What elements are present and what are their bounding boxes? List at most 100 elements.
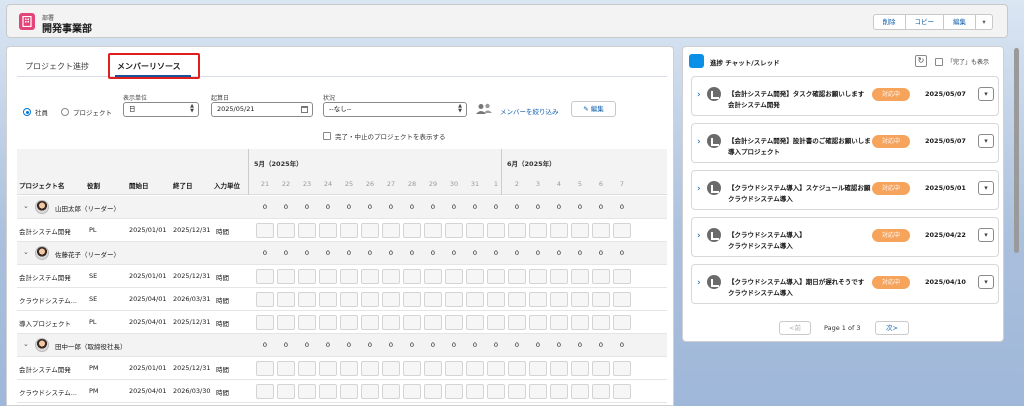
hours-input-cell[interactable] <box>571 315 589 330</box>
project-name[interactable]: 導入プロジェクト <box>19 318 71 328</box>
project-name[interactable]: クラウドシステム... <box>19 387 77 397</box>
hours-input-cell[interactable] <box>550 223 568 238</box>
hours-input-cell[interactable] <box>592 384 610 399</box>
filter-members-link[interactable]: メンバーを絞り込み <box>500 106 559 116</box>
hours-input-cell[interactable] <box>340 292 358 307</box>
more-actions-chevron-down-icon[interactable]: ▾ <box>975 14 993 30</box>
radio-employee-control[interactable] <box>23 108 31 116</box>
hours-input-cell[interactable] <box>298 315 316 330</box>
hours-input-cell[interactable] <box>256 269 274 284</box>
hours-input-cell[interactable] <box>424 315 442 330</box>
expand-chevron-icon[interactable]: › <box>697 278 701 288</box>
hours-input-cell[interactable] <box>571 223 589 238</box>
tab-project-progress[interactable]: プロジェクト進捗 <box>25 61 89 72</box>
hours-input-cell[interactable] <box>277 361 295 376</box>
hours-input-cell[interactable] <box>319 384 337 399</box>
start-date-input[interactable]: 2025/05/21 <box>211 102 313 117</box>
hours-input-cell[interactable] <box>529 269 547 284</box>
expand-chevron-icon[interactable]: ⌄ <box>23 340 29 348</box>
hours-input-cell[interactable] <box>403 361 421 376</box>
thread-card[interactable]: › 【会計システム開発】設計書のご確認お願いします 導入プロジェクト 対応中 2025/… <box>691 123 999 163</box>
hours-input-cell[interactable] <box>277 384 295 399</box>
thread-title[interactable]: 【クラウドシステム導入】 <box>728 229 871 239</box>
radio-employee[interactable]: 社員 <box>23 107 48 117</box>
hours-input-cell[interactable] <box>319 223 337 238</box>
calendar-icon[interactable] <box>301 106 308 113</box>
show-completed-threads-checkbox[interactable] <box>935 57 943 66</box>
hours-input-cell[interactable] <box>592 361 610 376</box>
hours-input-cell[interactable] <box>256 223 274 238</box>
hours-input-cell[interactable] <box>466 223 484 238</box>
hours-input-cell[interactable] <box>424 269 442 284</box>
radio-project[interactable]: プロジェクト <box>61 107 112 117</box>
members-icon[interactable] <box>475 103 493 115</box>
hours-input-cell[interactable] <box>445 269 463 284</box>
status-select[interactable]: --なし-- ▲ ▼ <box>323 102 467 117</box>
hours-input-cell[interactable] <box>550 292 568 307</box>
hours-input-cell[interactable] <box>319 361 337 376</box>
scrollbar-thumb[interactable] <box>1014 48 1019 253</box>
project-name[interactable]: 会計システム開発 <box>19 272 71 282</box>
thread-card[interactable]: › 【クラウドシステム導入】 クラウドシステム導入 対応中 2025/04/22 ▾ <box>691 217 999 257</box>
hours-input-cell[interactable] <box>508 361 526 376</box>
hours-input-cell[interactable] <box>298 292 316 307</box>
thread-menu-chevron-down-icon[interactable]: ▾ <box>978 134 994 148</box>
hours-input-cell[interactable] <box>592 223 610 238</box>
show-completed-toggle[interactable]: 完了・中止のプロジェクトを表示する <box>323 131 446 141</box>
hours-input-cell[interactable] <box>466 361 484 376</box>
hours-input-cell[interactable] <box>382 384 400 399</box>
hours-input-cell[interactable] <box>508 269 526 284</box>
hours-input-cell[interactable] <box>487 361 505 376</box>
hours-input-cell[interactable] <box>571 361 589 376</box>
hours-input-cell[interactable] <box>424 384 442 399</box>
expand-chevron-icon[interactable]: › <box>697 184 701 194</box>
hours-input-cell[interactable] <box>340 269 358 284</box>
hours-input-cell[interactable] <box>424 223 442 238</box>
refresh-icon[interactable]: ↻ <box>915 55 927 67</box>
thread-menu-chevron-down-icon[interactable]: ▾ <box>978 228 994 242</box>
hours-input-cell[interactable] <box>403 384 421 399</box>
hours-input-cell[interactable] <box>592 315 610 330</box>
hours-input-cell[interactable] <box>319 315 337 330</box>
thread-card[interactable]: › 【クラウドシステム導入】スケジュール確認お願いしますクラウドシステム導入 対応中… <box>691 170 999 210</box>
show-completed-threads-toggle[interactable]: 「完了」も表示 <box>935 57 989 66</box>
edit-button[interactable]: ✎ 編集 <box>571 101 616 117</box>
hours-input-cell[interactable] <box>529 315 547 330</box>
expand-chevron-icon[interactable]: › <box>697 137 701 147</box>
hours-input-cell[interactable] <box>361 384 379 399</box>
hours-input-cell[interactable] <box>466 269 484 284</box>
hours-input-cell[interactable] <box>487 269 505 284</box>
hours-input-cell[interactable] <box>529 292 547 307</box>
thread-menu-chevron-down-icon[interactable]: ▾ <box>978 275 994 289</box>
hours-input-cell[interactable] <box>571 269 589 284</box>
hours-input-cell[interactable] <box>466 315 484 330</box>
thread-card[interactable]: › 【クラウドシステム導入】期日が遅れそうです クラウドシステム導入 対応中 2025/… <box>691 264 999 304</box>
hours-input-cell[interactable] <box>277 223 295 238</box>
hours-input-cell[interactable] <box>403 315 421 330</box>
hours-input-cell[interactable] <box>256 315 274 330</box>
hours-input-cell[interactable] <box>613 269 631 284</box>
radio-project-control[interactable] <box>61 108 69 116</box>
hours-input-cell[interactable] <box>256 292 274 307</box>
delete-button[interactable]: 削除 <box>872 14 906 30</box>
hours-input-cell[interactable] <box>550 361 568 376</box>
thread-title[interactable]: 【クラウドシステム導入】スケジュール確認お願いします <box>728 182 871 192</box>
expand-chevron-icon[interactable]: › <box>697 231 701 241</box>
hours-input-cell[interactable] <box>613 292 631 307</box>
show-completed-checkbox[interactable] <box>323 132 331 140</box>
hours-input-cell[interactable] <box>508 223 526 238</box>
hours-input-cell[interactable] <box>613 223 631 238</box>
prev-page-button[interactable]: <前 <box>779 321 811 335</box>
hours-input-cell[interactable] <box>613 361 631 376</box>
hours-input-cell[interactable] <box>277 269 295 284</box>
hours-input-cell[interactable] <box>256 361 274 376</box>
hours-input-cell[interactable] <box>298 384 316 399</box>
hours-input-cell[interactable] <box>529 384 547 399</box>
hours-input-cell[interactable] <box>487 292 505 307</box>
hours-input-cell[interactable] <box>403 269 421 284</box>
hours-input-cell[interactable] <box>298 223 316 238</box>
hours-input-cell[interactable] <box>340 384 358 399</box>
edit-record-button[interactable]: 編集 <box>943 14 976 30</box>
thread-menu-chevron-down-icon[interactable]: ▾ <box>978 181 994 195</box>
hours-input-cell[interactable] <box>613 315 631 330</box>
